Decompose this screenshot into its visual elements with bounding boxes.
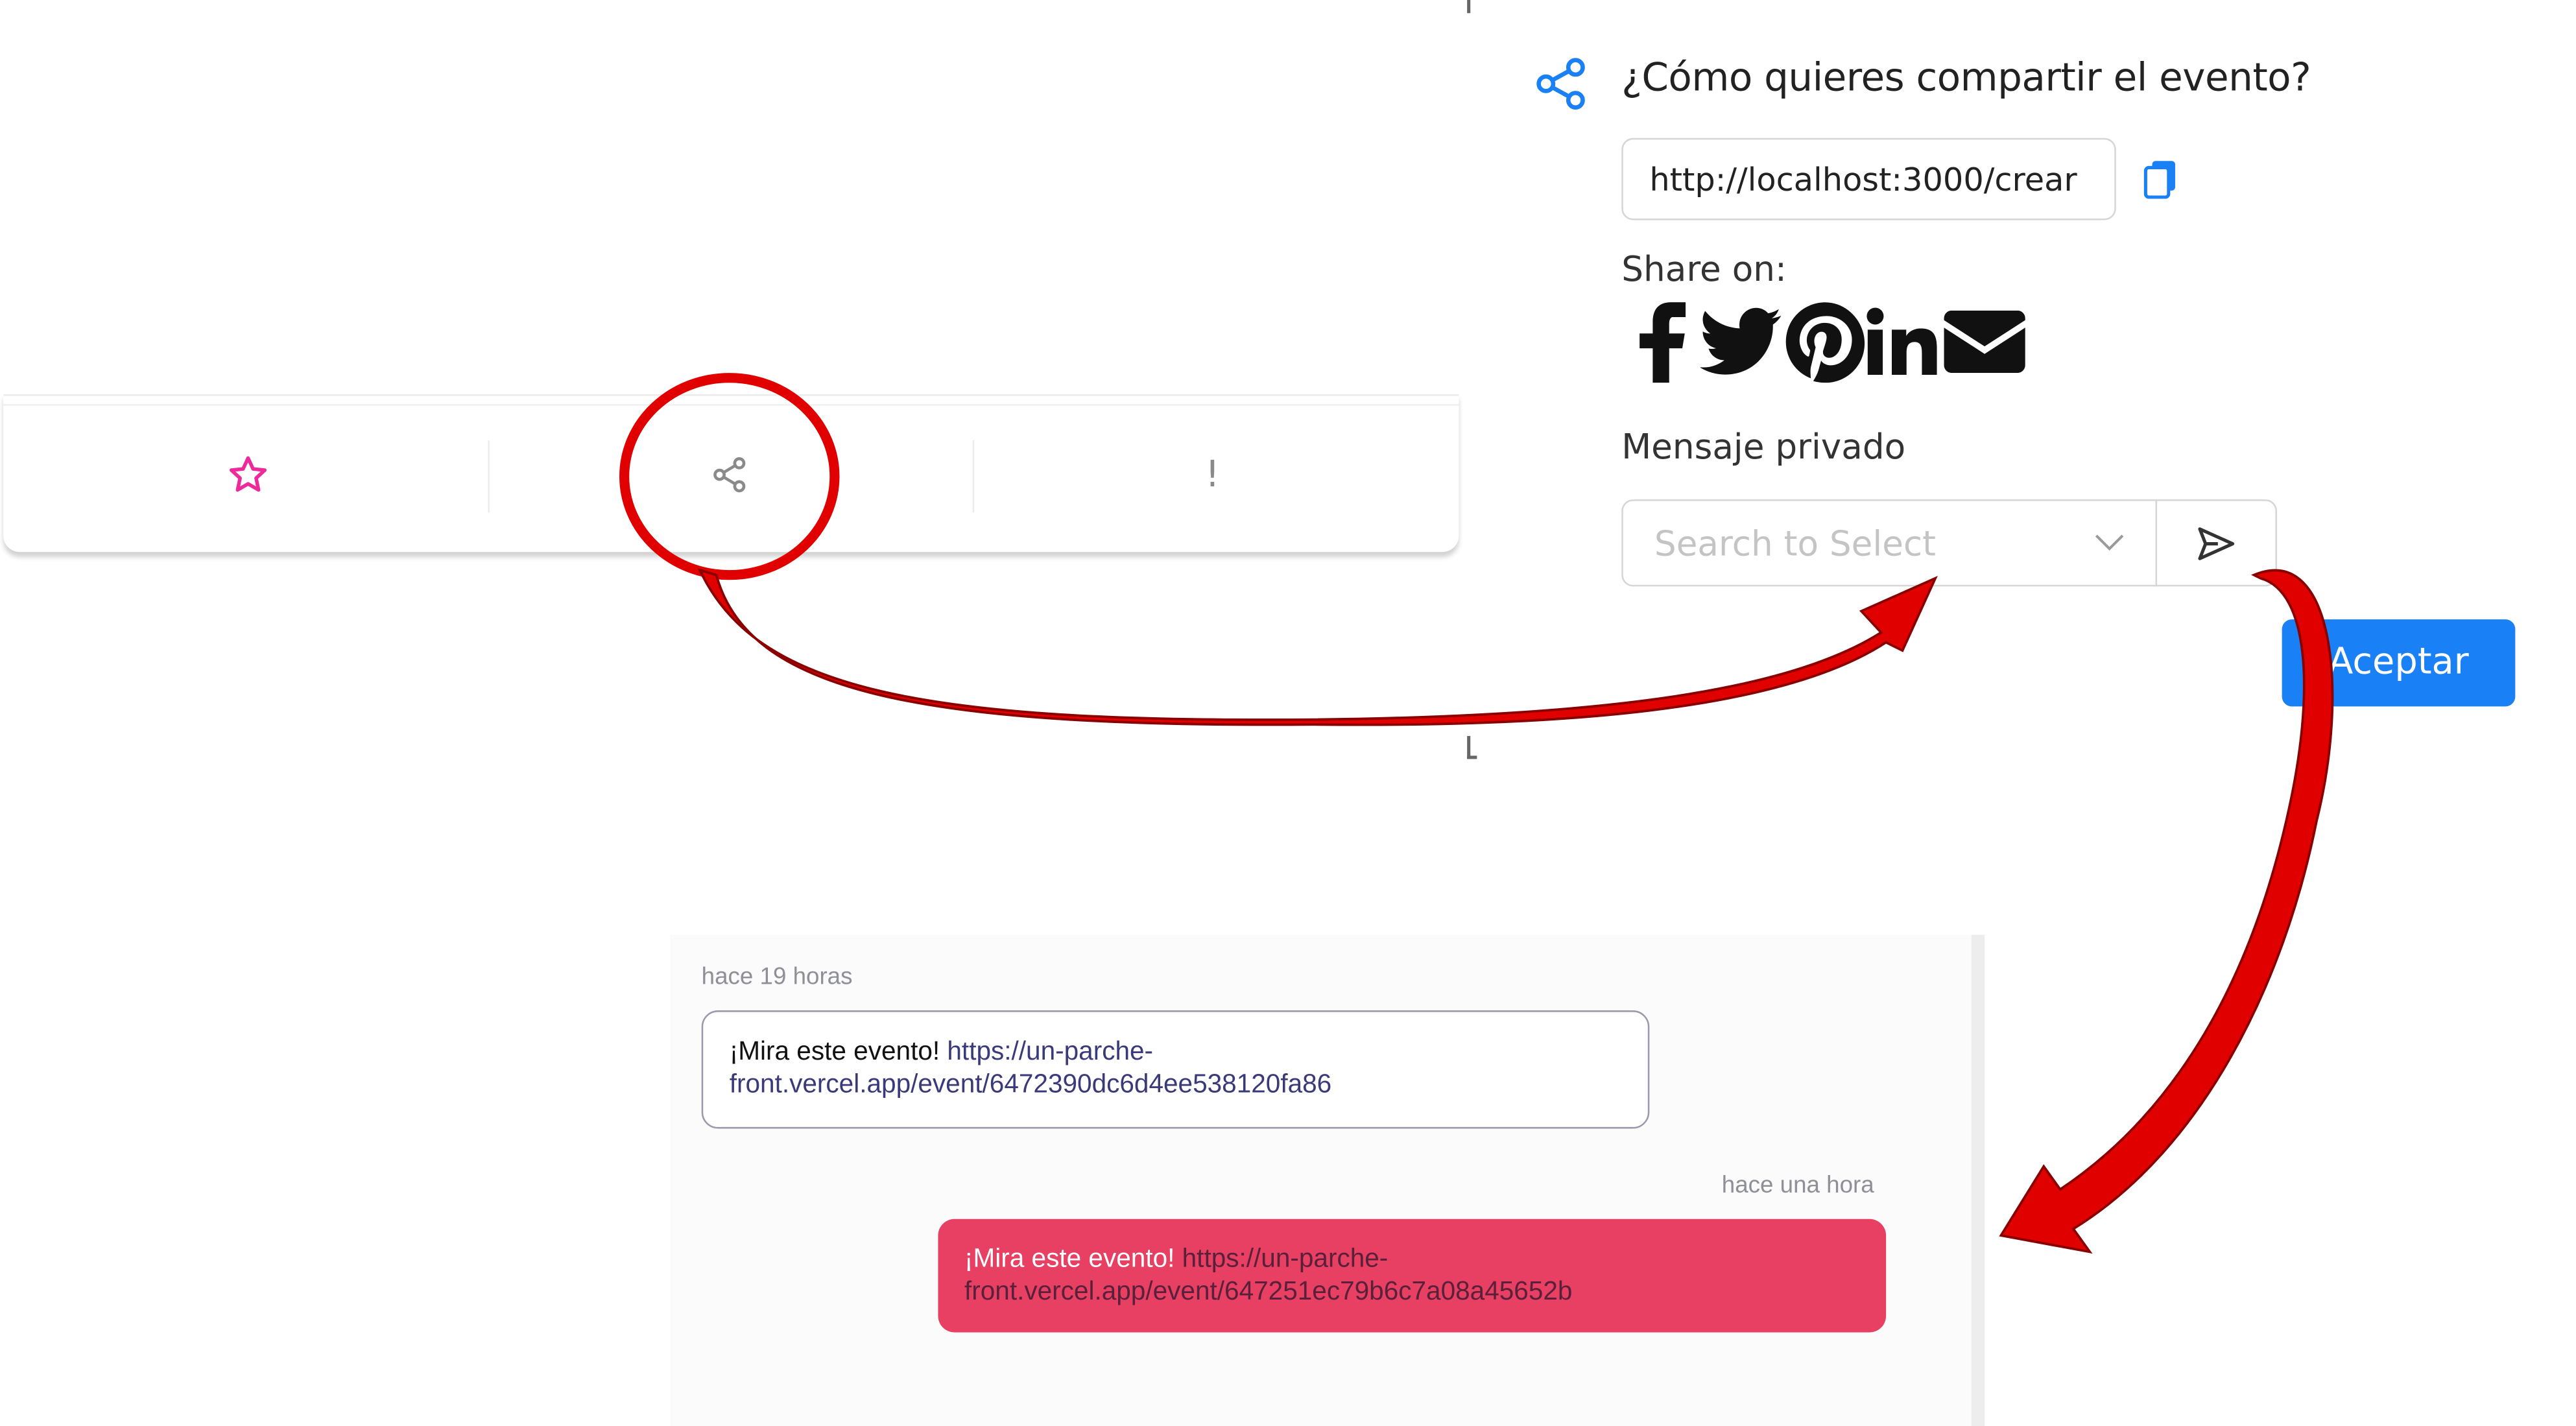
pinterest-share-button[interactable]	[1783, 301, 1868, 383]
divider	[3, 404, 1459, 406]
incoming-message: ¡Mira este evento! https://un-parche-fro…	[701, 1010, 1650, 1129]
share-on-label: Share on:	[1621, 250, 1787, 289]
linkedin-icon	[1866, 307, 1937, 375]
select-placeholder: Search to Select	[1654, 524, 1937, 564]
report-button[interactable]: !	[1188, 450, 1237, 499]
private-message-label: Mensaje privado	[1621, 427, 1906, 467]
facebook-icon	[1640, 302, 1686, 383]
facebook-share-button[interactable]	[1631, 301, 1697, 383]
share-icon	[713, 457, 746, 493]
event-card-actions: !	[3, 394, 1459, 553]
linkedin-share-button[interactable]	[1865, 301, 1937, 383]
report-label: !	[1205, 454, 1220, 495]
send-icon	[2198, 526, 2235, 560]
screenshot-stage: ! ¿Cómo quieres compartir el evento? Sha…	[0, 0, 2576, 1426]
divider	[972, 440, 975, 513]
share-icon	[1536, 58, 1585, 110]
message-text: ¡Mira este evento!	[964, 1245, 1182, 1274]
twitter-share-button[interactable]	[1700, 301, 1783, 383]
divider	[488, 440, 490, 513]
chat-panel: hace 19 horas ¡Mira este evento! https:/…	[670, 934, 1985, 1426]
share-url-input[interactable]	[1621, 137, 2116, 220]
twitter-icon	[1700, 307, 1782, 375]
favorite-button[interactable]	[224, 450, 273, 499]
message-timestamp: hace 19 horas	[701, 964, 853, 991]
share-button[interactable]	[705, 450, 754, 499]
accept-button[interactable]: Aceptar	[2282, 619, 2516, 707]
scrollbar[interactable]	[1971, 934, 1985, 1426]
outgoing-message: ¡Mira este evento! https://un-parche-fro…	[938, 1218, 1887, 1333]
message-text: ¡Mira este evento!	[729, 1038, 948, 1067]
share-modal: ¿Cómo quieres compartir el evento? Share…	[1467, 0, 2576, 759]
email-icon	[1944, 310, 2025, 374]
star-icon	[229, 456, 267, 492]
email-share-button[interactable]	[1942, 301, 2027, 383]
pinterest-icon	[1785, 302, 1865, 383]
modal-corner	[1467, 735, 1477, 759]
copy-icon[interactable]	[2141, 158, 2180, 200]
chevron-down-icon	[2095, 534, 2124, 551]
modal-title: ¿Cómo quieres compartir el evento?	[1621, 54, 2311, 101]
send-message-button[interactable]	[2155, 499, 2278, 587]
recipient-select[interactable]: Search to Select	[1621, 499, 2158, 587]
modal-corner	[1467, 0, 1477, 14]
message-timestamp: hace una hora	[1721, 1172, 1874, 1200]
